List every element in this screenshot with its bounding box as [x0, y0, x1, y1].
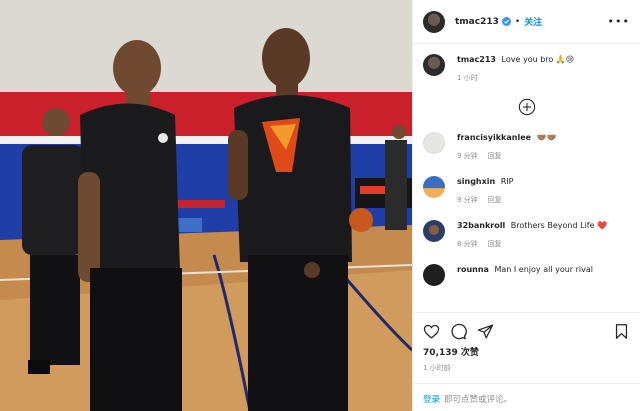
comment-time: 9 分钟: [457, 152, 478, 160]
like-heart-icon[interactable]: [423, 323, 440, 340]
share-send-icon[interactable]: [477, 323, 494, 340]
load-more-comments-icon[interactable]: [518, 98, 536, 116]
login-prompt-text: 即可点赞或评论。: [444, 395, 513, 405]
comments-list[interactable]: tmac213 Love you bro 🙏😢 1 小时 francisyikk…: [413, 54, 640, 302]
follow-button[interactable]: 关注: [524, 15, 542, 28]
comment-avatar[interactable]: [423, 132, 445, 154]
comment-text: Man I enjoy all your rival: [494, 265, 593, 274]
post-photo[interactable]: [0, 0, 412, 411]
comment-avatar[interactable]: [423, 176, 445, 198]
post-side-panel: tmac213 • 关注 ••• tmac213 Love you bro 🙏😢…: [412, 0, 640, 411]
comment-item: francisyikkanlee 🤝🏽🤝🏽 9 分钟 回复: [413, 132, 640, 162]
reply-button[interactable]: 回复: [488, 152, 502, 160]
likes-number: 70,139: [423, 348, 458, 358]
action-icons: [423, 319, 630, 343]
comment-avatar[interactable]: [423, 264, 445, 286]
comment-username[interactable]: francisyikkanlee: [457, 133, 531, 142]
reply-button[interactable]: 回复: [488, 196, 502, 204]
comment-username[interactable]: 32bankroll: [457, 221, 505, 230]
post-actions: 70,139 次赞 1 小时前: [413, 312, 640, 373]
comment-text: RIP: [500, 177, 514, 186]
comment-avatar[interactable]: [423, 220, 445, 242]
caption-time: 1 小时: [457, 73, 574, 84]
comment-time: 9 分钟: [457, 196, 478, 204]
login-prompt: 登录 即可点赞或评论。: [413, 383, 640, 411]
caption-text: Love you bro 🙏😢: [501, 55, 575, 64]
comment-time: 8 分钟: [457, 240, 478, 248]
comment-item: 32bankroll Brothers Beyond Life ❤️ 8 分钟 回…: [413, 220, 640, 250]
verified-badge-icon: [501, 17, 511, 26]
post-header: tmac213 • 关注 •••: [413, 0, 640, 44]
post-photo-image: [0, 0, 412, 411]
separator-dot: •: [514, 16, 521, 27]
author-avatar[interactable]: [423, 10, 445, 33]
post-timestamp: 1 小时前: [423, 364, 451, 372]
author-username[interactable]: tmac213: [455, 17, 499, 27]
more-options-icon[interactable]: •••: [608, 15, 630, 28]
comment-username[interactable]: rounna: [457, 265, 489, 274]
comment-text: Brothers Beyond Life ❤️: [510, 221, 608, 230]
caption-username[interactable]: tmac213: [457, 55, 496, 64]
reply-button[interactable]: 回复: [488, 240, 502, 248]
caption: tmac213 Love you bro 🙏😢 1 小时: [413, 54, 640, 84]
login-link[interactable]: 登录: [423, 395, 440, 405]
comment-bubble-icon[interactable]: [450, 323, 467, 340]
comment-text: 🤝🏽🤝🏽: [536, 133, 557, 142]
comment-item: singhxin RIP 9 分钟 回复: [413, 176, 640, 206]
comment-username[interactable]: singhxin: [457, 177, 495, 186]
comment-item: rounna Man I enjoy all your rival: [413, 264, 640, 286]
caption-time-label: 1 小时: [457, 74, 478, 82]
caption-avatar[interactable]: [423, 54, 445, 76]
likes-label: 次赞: [460, 348, 479, 358]
likes-count[interactable]: 70,139 次赞: [423, 345, 630, 358]
save-bookmark-icon[interactable]: [613, 323, 630, 340]
instagram-post: tmac213 • 关注 ••• tmac213 Love you bro 🙏😢…: [0, 0, 640, 411]
